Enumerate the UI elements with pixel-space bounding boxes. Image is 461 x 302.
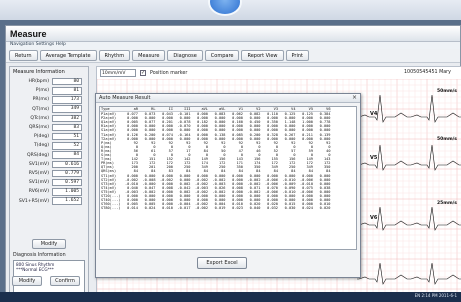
- measure-row: QRS(deg) 84: [10, 151, 88, 160]
- value-cell: 0.014: [127, 206, 138, 211]
- confirm-button[interactable]: Confirm: [50, 276, 80, 286]
- measure-value-field[interactable]: 0.597: [52, 178, 82, 187]
- measure-row: SV1(mV) 0.616: [10, 160, 88, 169]
- measure-label: SV1+R5(mV): [18, 198, 49, 204]
- value-cell: 0.019: [214, 206, 226, 211]
- measure-row: P(ms) 81: [10, 86, 88, 95]
- value-cell: 0.010: [162, 206, 173, 211]
- measure-information-caption: Measure Information: [13, 69, 65, 75]
- toolbar-button-diagnose[interactable]: Diagnose: [167, 50, 203, 61]
- gain-select[interactable]: 10mm/mV: [100, 69, 136, 77]
- measure-label: SV1(mV): [28, 161, 49, 167]
- measure-value-field[interactable]: 382: [52, 114, 82, 123]
- value-cell: 0.040: [249, 206, 261, 211]
- measure-row: P(deg) 51: [10, 132, 88, 141]
- position-marker-checkbox[interactable]: ✓: [140, 70, 146, 76]
- measure-value-field[interactable]: 81: [52, 87, 82, 95]
- measure-value-field[interactable]: 173: [52, 96, 82, 104]
- measure-value-field[interactable]: 83: [52, 123, 82, 132]
- measure-row: RV5(mV) 0.779: [10, 169, 88, 178]
- toolbar-button-measure[interactable]: Measure: [132, 50, 166, 61]
- value-cell: -0.002: [195, 206, 208, 211]
- measure-label: RV6(mV): [28, 189, 49, 195]
- measure-value-field[interactable]: 1.652: [52, 197, 82, 205]
- system-tray[interactable]: EN 2:14 PM 2011-6-1: [415, 293, 457, 298]
- lead-label-v5: V5: [370, 155, 378, 161]
- measure-value-field[interactable]: 1.005: [52, 188, 82, 196]
- measure-label: RV5(mV): [28, 170, 49, 176]
- row-label-cell: ST80(...): [101, 206, 121, 211]
- measure-row: SV1(mV) 0.597: [10, 178, 88, 187]
- taskbar: EN 2:14 PM 2011-6-1: [0, 292, 461, 302]
- value-cell: 0.024: [302, 206, 313, 211]
- measure-label: P(ms): [35, 88, 49, 94]
- measure-value-field[interactable]: 0.779: [52, 169, 82, 178]
- measure-label: QTc(ms): [30, 115, 49, 121]
- value-cell: 0.030: [284, 206, 296, 211]
- measure-label: PR(ms): [32, 97, 49, 103]
- value-cell: 0.023: [232, 206, 243, 211]
- measure-label: P(deg): [33, 134, 49, 140]
- position-marker-label: Position marker: [150, 70, 188, 76]
- menu-bar[interactable]: Navigation Settings Help: [6, 42, 460, 49]
- measure-row: SV1+R5(mV) 1.652: [10, 196, 88, 205]
- measure-value-field[interactable]: 80: [52, 77, 82, 86]
- value-cell: 0.024: [144, 206, 156, 211]
- toolbar-button-report-view[interactable]: Report View: [241, 50, 284, 61]
- measure-row: QT(ms) 349: [10, 105, 88, 114]
- measure-row: RV6(mV) 1.005: [10, 187, 88, 196]
- lead-speed-label: 50mm/s: [437, 89, 457, 94]
- patient-info: 10050545451 Mary: [404, 70, 451, 75]
- export-excel-button[interactable]: Export Excel: [197, 257, 247, 269]
- measure-label: T(deg): [33, 143, 49, 149]
- dialog-title: Auto Measure Result ×: [96, 94, 360, 103]
- measure-label: SV1(mV): [28, 180, 49, 186]
- window-title: Measure: [6, 26, 460, 42]
- toolbar-button-print[interactable]: Print: [285, 50, 310, 61]
- measure-row: QRS(ms) 83: [10, 123, 88, 132]
- measure-value-field[interactable]: 84: [52, 151, 82, 159]
- diagnosis-caption: Diagnosis Information: [13, 253, 66, 258]
- lead-speed-label: 50mm/s: [437, 137, 457, 142]
- value-cell: 0.020: [319, 206, 331, 211]
- lead-label-v4: V4: [370, 111, 378, 117]
- value-cell: 0.032: [267, 206, 278, 211]
- measure-label: HR(bpm): [28, 79, 49, 85]
- value-cell: -0.017: [177, 206, 191, 211]
- measure-row: HR(bpm) 80: [10, 77, 88, 86]
- measure-label: QRS(deg): [27, 152, 49, 158]
- table-row[interactable]: ST80(...) 0.014 0.024 0.010 -0.017 -0.002 0.01…: [100, 206, 331, 210]
- lead-label-v6: V6: [370, 215, 378, 221]
- measure-information-panel: Measure Information HR(bpm) 80 P(ms) 81 PR(m…: [9, 66, 89, 301]
- measure-result-table[interactable]: Type aR RL II III aVL aVL V1 V2 V3 V4 V5 V6 P1a(mV) 0…: [99, 106, 357, 250]
- measure-label: QRS(ms): [28, 125, 49, 131]
- tray-text: EN 2:14 PM 2011-6-1: [414, 293, 457, 298]
- measure-value-field[interactable]: 0.616: [52, 160, 82, 169]
- measure-row: T(deg) 52: [10, 141, 88, 150]
- measure-label: QT(ms): [32, 106, 49, 112]
- toolbar-button-rhythm[interactable]: Rhythm: [98, 50, 131, 61]
- bottom-button-group: Modify Confirm: [12, 276, 80, 286]
- modify-button[interactable]: Modify: [12, 276, 42, 286]
- toolbar-button-return[interactable]: Return: [9, 50, 38, 61]
- lead-speed-label: 25mm/s: [437, 201, 457, 206]
- toolbar-button-average-template[interactable]: Average Template: [39, 50, 97, 61]
- measure-row: PR(ms) 173: [10, 95, 88, 104]
- measure-value-field[interactable]: 52: [52, 142, 82, 150]
- measure-value-field[interactable]: 349: [52, 105, 82, 113]
- dialog-title-text: Auto Measure Result: [99, 95, 151, 101]
- measure-row: QTc(ms) 382: [10, 114, 88, 123]
- auto-measure-result-dialog: Auto Measure Result × Type aR RL II III aVL aV…: [95, 93, 361, 278]
- modify-measure-button[interactable]: Modify: [32, 239, 66, 249]
- toolbar-button-compare[interactable]: Compare: [204, 50, 240, 61]
- diagnosis-line: ***Normal ECG***: [16, 267, 54, 272]
- close-icon[interactable]: ×: [352, 94, 357, 101]
- toolbar: Return Average Template Rhythm Measure Diagn…: [6, 49, 460, 63]
- measure-value-field[interactable]: 51: [52, 132, 82, 141]
